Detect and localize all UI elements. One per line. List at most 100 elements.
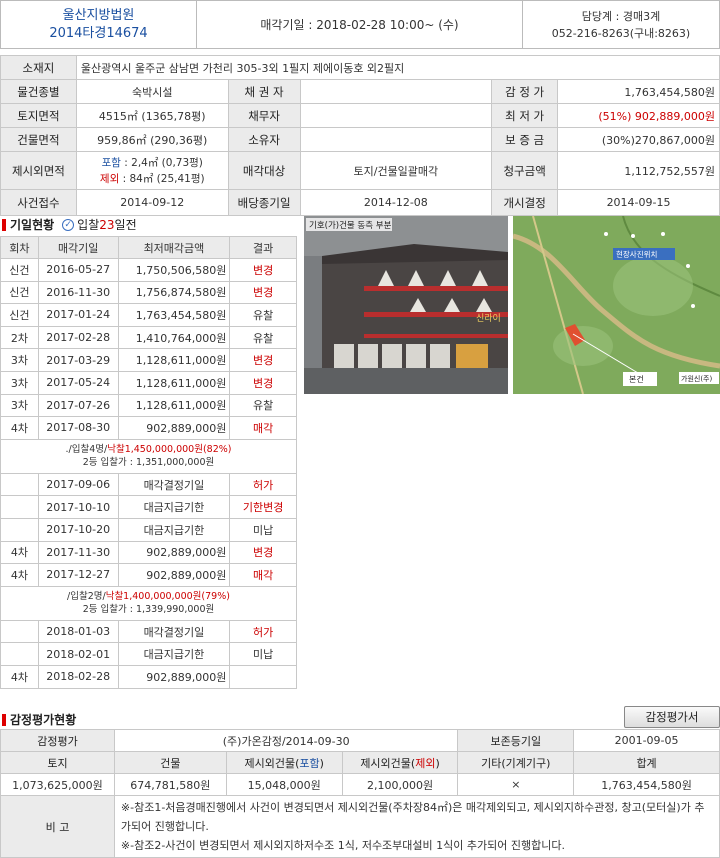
appraisal-table: 감정평가 (주)가온감정/2014-09-30 보존등기일 2001-09-05… [0,729,720,858]
debtor-value [299,103,493,128]
owner-value [299,127,493,152]
extra-exc-pre: 제시외건물( [360,756,416,770]
winning-bid: 낙찰1,450,000,000원(82%) [107,444,232,456]
map-label: 본건 [629,374,644,384]
history-round: 3차 [0,370,39,395]
deposit-value: (30%)270,867,000원 [557,127,720,152]
machinery-amount: × [457,773,575,796]
map-marker-text: 현장사진위치 [616,249,657,259]
history-title: 기일현황 [10,218,55,232]
sale-target-value: 토지/건물일괄매각 [299,151,493,190]
history-date: 2017-01-24 [37,303,119,327]
history-row: 2017-09-06 매각결정기일 허가 [0,472,297,497]
history-row: 4차 2017-08-30 902,889,000원 매각 [0,416,297,440]
history-amount: 대금지급기한 [117,517,231,542]
type-value: 숙박시설 [75,79,229,104]
history-amount: 902,889,000원 [117,664,231,689]
excluded-tag: 제외 [99,172,120,185]
history-result: 매각 [229,416,297,440]
history-header-row: 회차 매각기일 최저매각금액 결과 [0,236,297,259]
history-result: 유찰 [229,303,297,327]
history-round: 4차 [0,563,39,587]
history-date: 2017-11-30 [37,540,119,565]
note-line-2: ※-참조2-사건이 변경되면서 제시외지하저수조 1식, 저수조부대설비 1식이… [120,839,565,852]
history-result: 변경 [229,258,297,282]
history-amount: 902,889,000원 [117,416,231,440]
history-row: 4차 2017-11-30 902,889,000원 변경 [0,540,297,565]
history-date: 2017-10-10 [37,495,119,519]
owner-label: 소유자 [227,127,301,152]
start-label: 개시결정 [491,189,559,216]
case-number: 2014타경14674 [49,25,148,41]
history-row: 2017-10-20 대금지급기한 미납 [0,517,297,542]
section-bar-icon [2,218,6,231]
min-price-value: (51%) 902,889,000원 [557,103,720,128]
appraisal-value: 1,763,454,580원 [557,79,720,104]
type-label: 물건종별 [0,79,77,104]
history-amount: 대금지급기한 [117,495,231,519]
excluded-area-value: 포함 : 2,4㎡ (0,73평) 제외 : 84㎡ (25,41평) [75,151,229,190]
phone-number: 052-216-8263(구내:8263) [551,26,691,40]
building-photo-graphic: 기호(가)건물 동측 부분 신라이 [304,216,508,394]
history-round: 4차 [0,416,39,440]
history-result: 변경 [229,370,297,395]
history-row: 신건 2016-05-27 1,750,506,580원 변경 [0,258,297,282]
history-round: 4차 [0,664,39,689]
history-amount: 1,763,454,580원 [117,303,231,327]
appraisal-title: 감정평가현황 [10,713,77,727]
history-date: 2017-07-26 [37,393,119,418]
history-date: 2018-02-28 [37,664,119,689]
history-round: 3차 [0,348,39,372]
dday-suffix: 일전 [114,218,137,232]
history-amount: 1,128,611,000원 [117,393,231,418]
history-row: 3차 2017-07-26 1,128,611,000원 유찰 [0,393,297,418]
history-round: 3차 [0,393,39,418]
history-section-title: 기일현황 ✓ 입찰23일전 [2,216,137,233]
debtor-label: 채무자 [227,103,301,128]
history-date: 2016-05-27 [37,258,119,282]
col-machinery: 기타(기계기구) [457,751,575,774]
history-result: 허가 [229,472,297,497]
included-area: : 2,4㎡ (0,73평) [120,156,203,169]
col-result: 결과 [229,236,297,259]
winning-bid-note: /입찰2명/낙찰1,400,000,000원(79%) 2등 입찰가 : 1,33… [0,585,297,621]
property-photo[interactable]: 기호(가)건물 동측 부분 신라이 [304,216,508,394]
history-result: 변경 [229,540,297,565]
winning-bid: 낙찰1,400,000,000원(79%) [105,591,230,603]
appraiser-value: (주)가온감정/2014-09-30 [113,729,459,752]
history-amount: 대금지급기한 [117,642,231,666]
col-extra-excluded: 제시외건물(제외) [341,751,459,774]
history-amount: 902,889,000원 [117,540,231,565]
history-date: 2017-12-27 [37,563,119,587]
check-icon: ✓ [62,218,75,231]
location-map[interactable]: 현장사진위치 본건 가원신(주) [513,216,720,394]
history-date: 2017-08-30 [37,416,119,440]
history-amount: 1,128,611,000원 [117,370,231,395]
bid-count: ./입찰4명/ [65,444,108,456]
history-round [0,619,39,644]
second-bid: 2등 입찰가 : 1,339,990,000원 [82,604,215,616]
history-amount: 매각결정기일 [117,472,231,497]
winning-bid-note: ./입찰4명/낙찰1,450,000,000원(82%) 2등 입찰가 : 1,3… [0,438,297,474]
dividend-value: 2014-12-08 [299,189,493,216]
auction-history-table: 회차 매각기일 최저매각금액 결과 신건 2016-05-27 1,750,506,… [0,236,297,689]
history-date: 2017-02-28 [37,325,119,350]
history-date: 2017-03-29 [37,348,119,372]
land-area-value: 4515㎡ (1365,78평) [75,103,229,128]
appraisal-report-button[interactable]: 감정평가서 [624,706,720,728]
dividend-label: 배당종기일 [227,189,301,216]
extra-exc-post: ) [435,756,440,770]
history-round: 신건 [0,280,39,305]
court-name: 울산지방법원 [62,7,135,23]
photo-caption: 기호(가)건물 동측 부분 [309,220,392,231]
extra-inc-tag: 포함 [299,756,320,770]
second-bid: 2등 입찰가 : 1,351,000,000원 [82,457,215,469]
registration-value: 2001-09-05 [573,729,720,752]
extra-inc-post: ) [319,756,324,770]
history-row: 2018-01-03 매각결정기일 허가 [0,619,297,644]
history-amount: 1,756,874,580원 [117,280,231,305]
history-round: 4차 [0,540,39,565]
history-row: 4차 2017-12-27 902,889,000원 매각 [0,563,297,587]
note-value: ※-참조1-처음경매진행에서 사건이 변경되면서 제시외건물(주차장84㎡)은 … [113,795,720,858]
history-row: 3차 2017-05-24 1,128,611,000원 변경 [0,370,297,395]
